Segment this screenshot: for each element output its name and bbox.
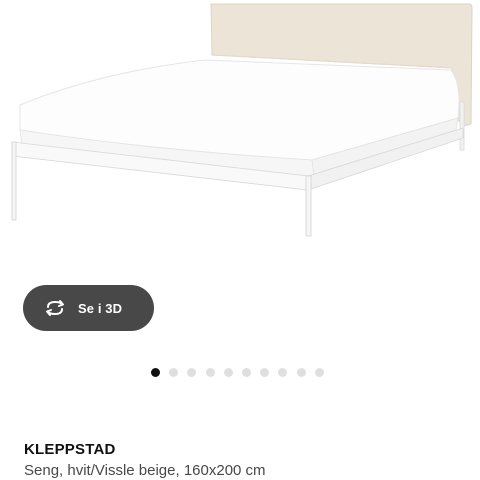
product-description-text: Seng, hvit/Vissle beige, [24,462,180,479]
image-pager [151,368,333,377]
product-page: Se i 3D KLEPPSTAD Seng, hvit/Vissle beig… [0,0,480,480]
pager-dot[interactable] [169,368,179,377]
pager-dot[interactable] [187,368,197,377]
product-name[interactable]: KLEPPSTAD [24,441,116,458]
pager-dot[interactable] [296,368,306,377]
product-description: Seng, hvit/Vissle beige, 160x200 cm [24,462,266,479]
rotate-3d-icon [43,296,67,320]
pager-dot[interactable] [314,368,324,377]
view-3d-label: Se i 3D [78,300,123,316]
pager-dot[interactable] [278,368,288,377]
pager-dot[interactable] [241,368,251,377]
pager-dot[interactable] [223,368,233,377]
pager-dot[interactable] [260,368,270,377]
product-size: 160x200 cm [183,462,266,479]
pager-dot[interactable] [205,368,215,377]
bed-illustration [11,3,473,237]
product-image[interactable] [0,0,480,280]
view-3d-button[interactable]: Se i 3D [23,285,154,331]
pager-dot-active[interactable] [151,368,160,377]
